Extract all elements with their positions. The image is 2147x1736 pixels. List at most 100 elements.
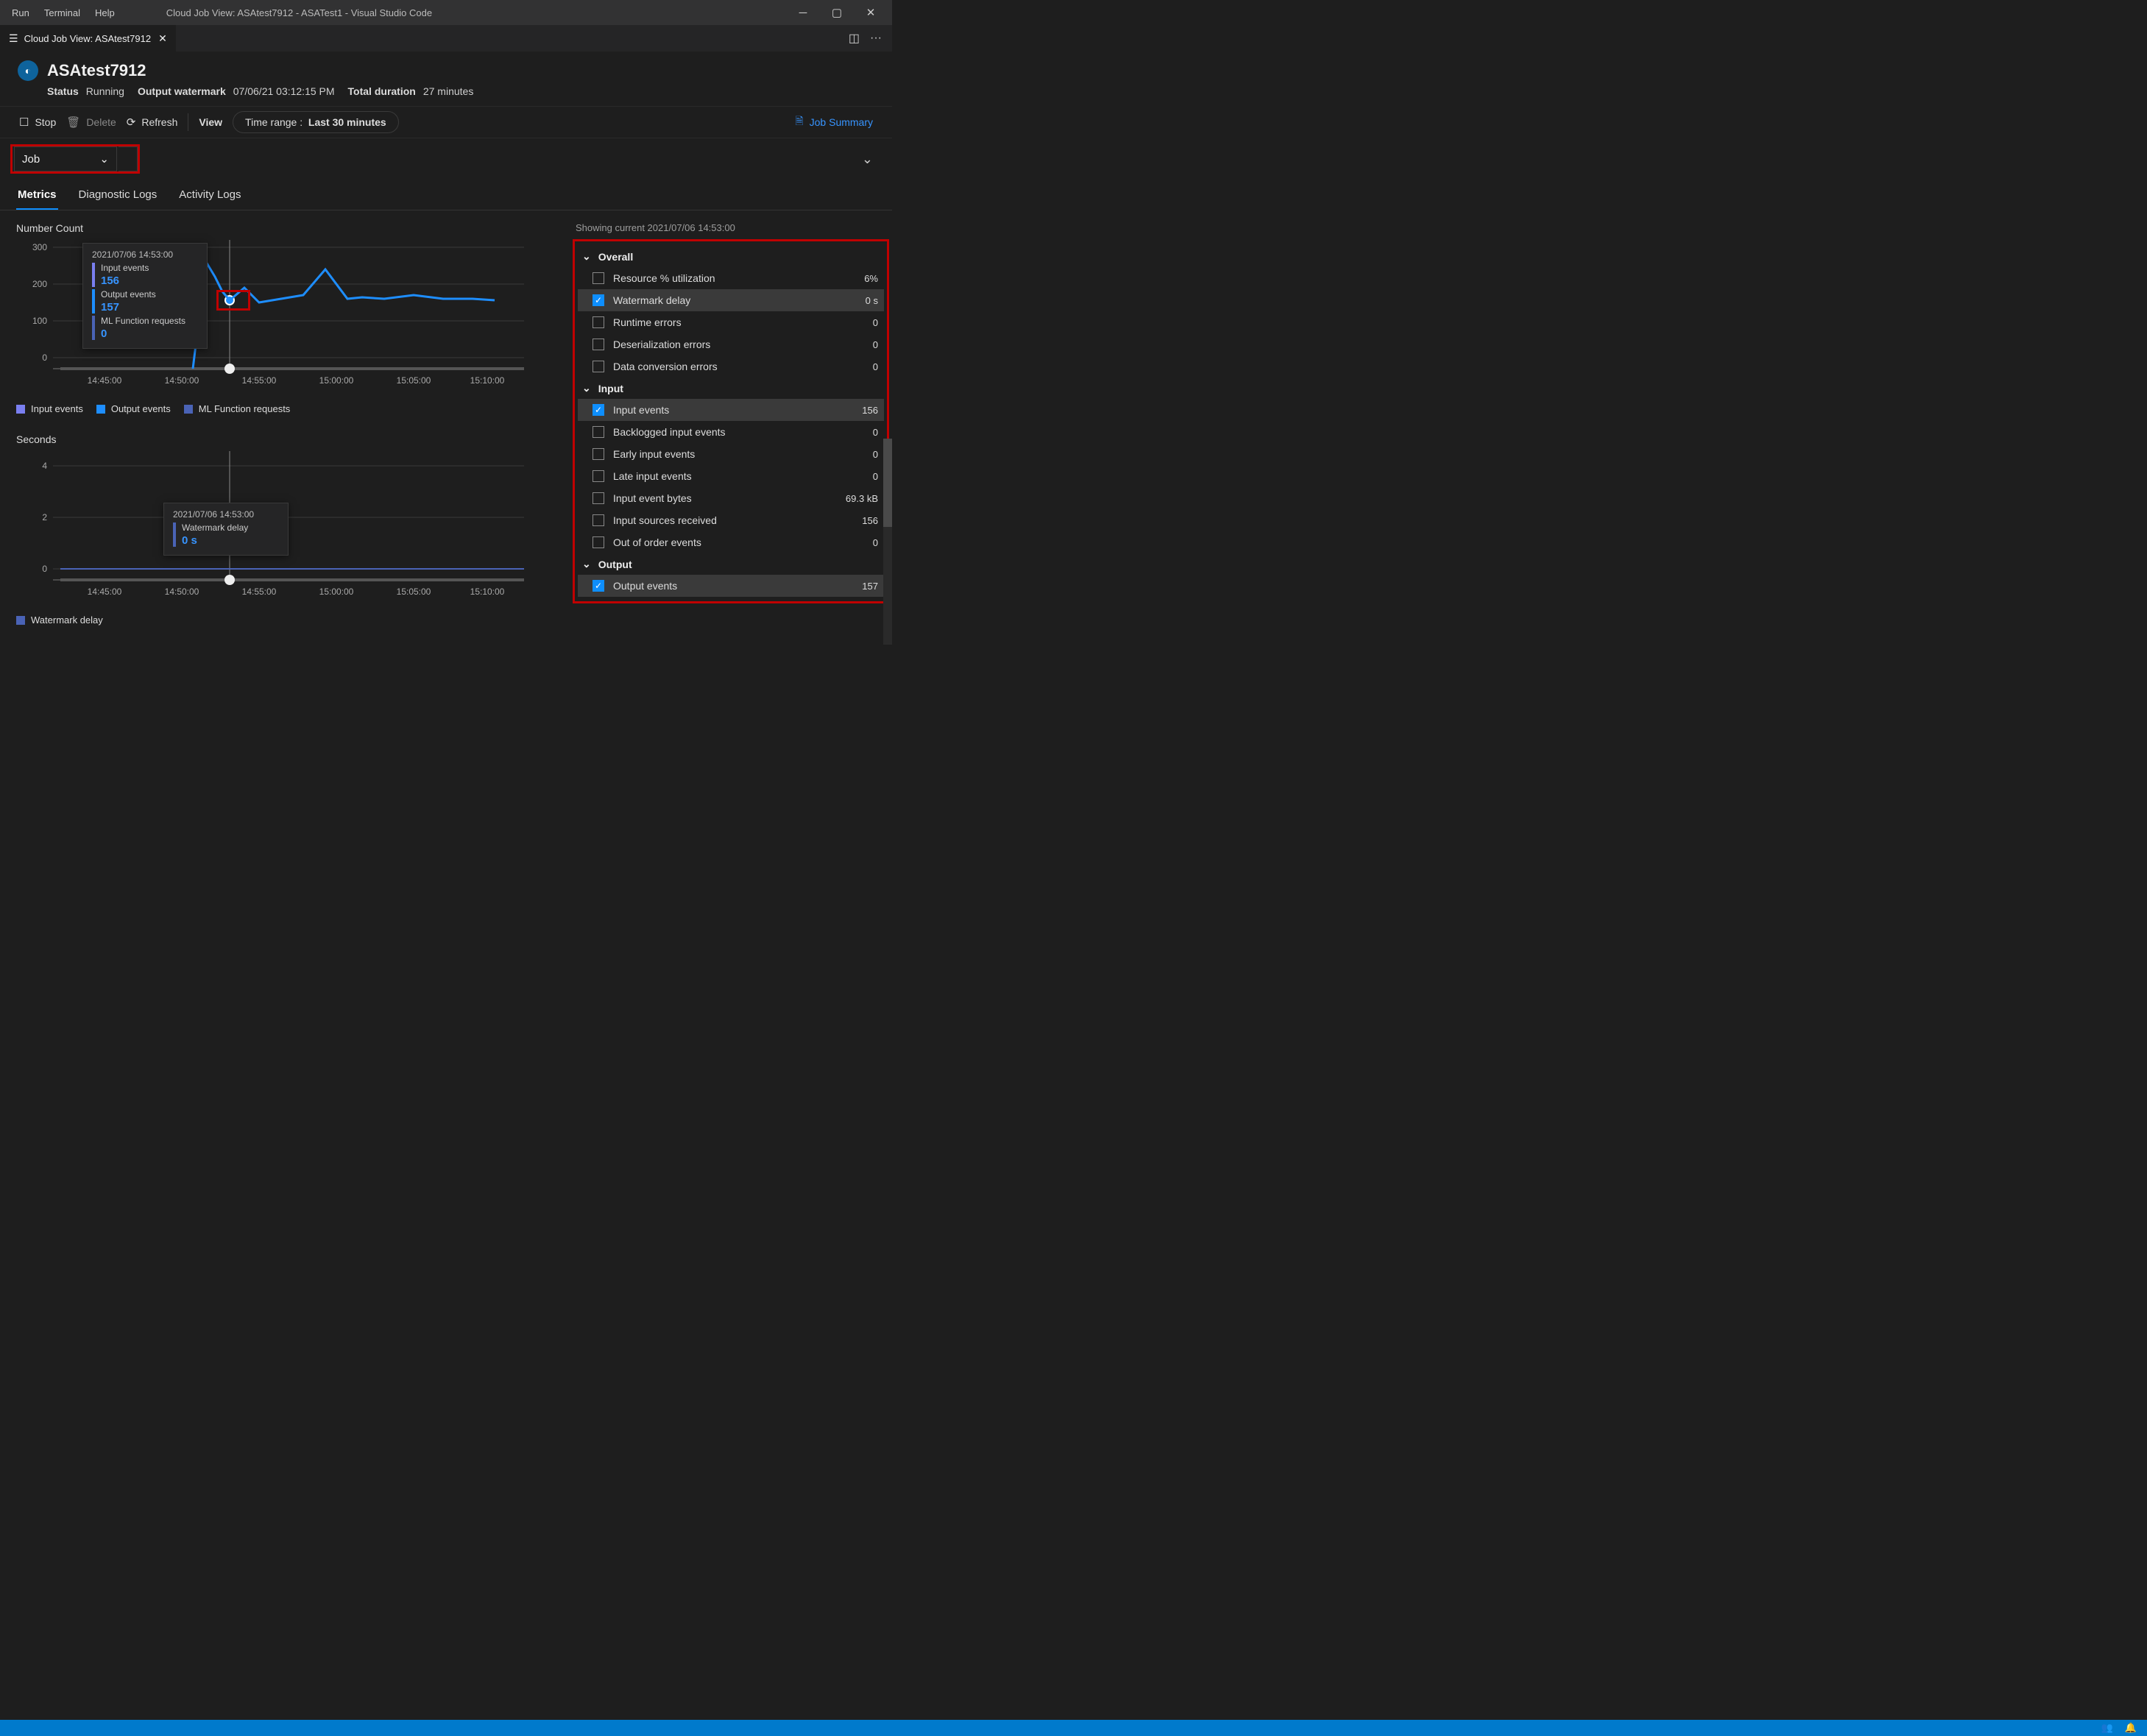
bell-icon[interactable]: 🔔 bbox=[2125, 1722, 2137, 1734]
scrollbar-thumb[interactable] bbox=[883, 439, 892, 527]
job-summary-button[interactable]: 🗎 Job Summary bbox=[795, 113, 873, 131]
metric-value: 0 bbox=[873, 427, 878, 438]
swatch-icon bbox=[96, 405, 105, 414]
metric-row[interactable]: Data conversion errors0 bbox=[578, 355, 884, 378]
checkbox[interactable] bbox=[593, 492, 604, 504]
metric-row[interactable]: ✓Output events157 bbox=[578, 575, 884, 597]
legend-item[interactable]: ML Function requests bbox=[184, 403, 291, 414]
window-maximize[interactable]: ▢ bbox=[820, 6, 854, 19]
metric-group-header[interactable]: ⌄Output bbox=[578, 553, 884, 575]
checkbox[interactable] bbox=[593, 426, 604, 438]
chart2[interactable]: 4 2 0 14:45:00 14:50:00 14:55:00 15:00:0… bbox=[16, 451, 561, 598]
tooltip1-val-1: 157 bbox=[101, 301, 156, 313]
metrics-pane: Showing current 2021/07/06 14:53:00 ⌄Ove… bbox=[573, 222, 889, 626]
metric-group-header[interactable]: ⌄ Input bbox=[578, 378, 884, 399]
metric-row[interactable]: Out of order events0 bbox=[578, 531, 884, 553]
checkbox[interactable] bbox=[593, 339, 604, 350]
checkbox[interactable] bbox=[593, 470, 604, 482]
metric-row[interactable]: Resource % utilization6% bbox=[578, 267, 884, 289]
metric-group-name: Overall bbox=[598, 251, 633, 263]
checkbox[interactable]: ✓ bbox=[593, 404, 604, 416]
tab-metrics[interactable]: Metrics bbox=[16, 184, 58, 210]
metric-row[interactable]: ✓Watermark delay0 s bbox=[578, 289, 884, 311]
metric-row[interactable]: ✓Input events156 bbox=[578, 399, 884, 421]
scope-dropdown[interactable]: Job ⌄ bbox=[14, 146, 117, 171]
menu-terminal[interactable]: Terminal bbox=[37, 7, 88, 18]
svg-text:14:50:00: 14:50:00 bbox=[165, 375, 199, 386]
checkbox[interactable]: ✓ bbox=[593, 294, 604, 306]
tab-close-icon[interactable]: ✕ bbox=[158, 32, 167, 45]
svg-text:14:45:00: 14:45:00 bbox=[88, 375, 122, 386]
stop-button[interactable]: ☐ Stop bbox=[19, 116, 56, 129]
stop-label: Stop bbox=[35, 116, 56, 128]
swatch-icon bbox=[92, 316, 95, 340]
window-title: Cloud Job View: ASAtest7912 - ASATest1 -… bbox=[166, 7, 432, 18]
metric-row[interactable]: Runtime errors 0 bbox=[578, 311, 884, 333]
metric-group-header[interactable]: ⌄ Overall bbox=[578, 246, 884, 267]
metric-row[interactable]: Input event bytes69.3 kB bbox=[578, 487, 884, 509]
split-editor-icon[interactable]: ◫ bbox=[849, 31, 860, 46]
watermark-value: 07/06/21 03:12:15 PM bbox=[233, 85, 335, 97]
status-label: Status bbox=[47, 85, 79, 97]
refresh-button[interactable]: ⟳ Refresh bbox=[127, 116, 178, 129]
legend-item[interactable]: Output events bbox=[96, 403, 171, 414]
metric-value: 0 bbox=[873, 339, 878, 350]
metric-row[interactable]: Early input events 0 bbox=[578, 443, 884, 465]
metric-label: Out of order events bbox=[613, 536, 864, 548]
live-share-icon[interactable]: 👥 bbox=[2101, 1722, 2113, 1734]
metrics-panel-highlight: ⌄ Overall Resource % utilization6%✓Waterma… bbox=[573, 239, 889, 603]
metric-label: Deserialization errors bbox=[613, 339, 864, 350]
scrollbar[interactable] bbox=[883, 439, 892, 645]
checkbox[interactable] bbox=[593, 272, 604, 284]
editor-tab[interactable]: ☰ Cloud Job View: ASAtest7912 ✕ bbox=[0, 25, 177, 52]
window-minimize[interactable]: ─ bbox=[786, 7, 820, 19]
chart2-title: Seconds bbox=[16, 433, 561, 445]
chevron-down-icon: ⌄ bbox=[99, 152, 109, 166]
legend-item[interactable]: Input events bbox=[16, 403, 83, 414]
metric-row[interactable]: Input sources received156 bbox=[578, 509, 884, 531]
metric-row[interactable]: Backlogged input events 0 bbox=[578, 421, 884, 443]
checkbox[interactable] bbox=[593, 361, 604, 372]
more-icon[interactable]: ··· bbox=[870, 32, 882, 45]
metric-label: Input events bbox=[613, 404, 853, 416]
refresh-label: Refresh bbox=[141, 116, 177, 128]
metric-label: Input sources received bbox=[613, 514, 853, 526]
checkbox[interactable]: ✓ bbox=[593, 580, 604, 592]
tab-activity-logs[interactable]: Activity Logs bbox=[177, 184, 242, 210]
checkbox[interactable] bbox=[593, 316, 604, 328]
checkbox[interactable] bbox=[593, 514, 604, 526]
tooltip1-label-0: Input events bbox=[101, 263, 149, 273]
tooltip1-val-0: 156 bbox=[101, 274, 149, 287]
y-100: 100 bbox=[32, 316, 47, 326]
collapse-chevron-icon[interactable]: ⌄ bbox=[862, 152, 873, 167]
delete-button[interactable]: 🗑 Delete bbox=[66, 116, 116, 129]
window-close[interactable]: ✕ bbox=[854, 6, 888, 19]
legend-item[interactable]: Watermark delay bbox=[16, 614, 103, 626]
tab-diagnostic-logs[interactable]: Diagnostic Logs bbox=[77, 184, 159, 210]
menu-run[interactable]: Run bbox=[4, 7, 37, 18]
metric-row[interactable]: Late input events0 bbox=[578, 465, 884, 487]
chart1[interactable]: 300 200 100 0 14:45:00 14:50:00 14:55:00… bbox=[16, 240, 561, 387]
checkbox[interactable] bbox=[593, 536, 604, 548]
y-0: 0 bbox=[42, 352, 47, 363]
metric-label: Runtime errors bbox=[613, 316, 864, 328]
metric-label: Data conversion errors bbox=[613, 361, 864, 372]
menu-help[interactable]: Help bbox=[88, 7, 122, 18]
scope-side-button[interactable] bbox=[119, 146, 138, 171]
stop-icon: ☐ bbox=[19, 116, 29, 129]
tooltip2-date: 2021/07/06 14:53:00 bbox=[173, 509, 279, 520]
timerange-pill[interactable]: Time range : Last 30 minutes bbox=[233, 111, 399, 133]
metric-group-name: Input bbox=[598, 383, 623, 394]
metric-value: 0 bbox=[873, 317, 878, 328]
svg-text:15:10:00: 15:10:00 bbox=[470, 375, 505, 386]
metric-row[interactable]: Deserialization errors 0 bbox=[578, 333, 884, 355]
chevron-down-icon: ⌄ bbox=[582, 250, 591, 263]
metric-label: Early input events bbox=[613, 448, 864, 460]
metric-value: 0 bbox=[873, 449, 878, 460]
editor-actions: ◫ ··· bbox=[849, 25, 892, 52]
toolbar: ☐ Stop 🗑 Delete ⟳ Refresh View Time rang… bbox=[0, 106, 892, 138]
svg-text:2: 2 bbox=[42, 512, 47, 522]
chevron-down-icon: ⌄ bbox=[582, 382, 591, 394]
metric-label: Backlogged input events bbox=[613, 426, 864, 438]
checkbox[interactable] bbox=[593, 448, 604, 460]
